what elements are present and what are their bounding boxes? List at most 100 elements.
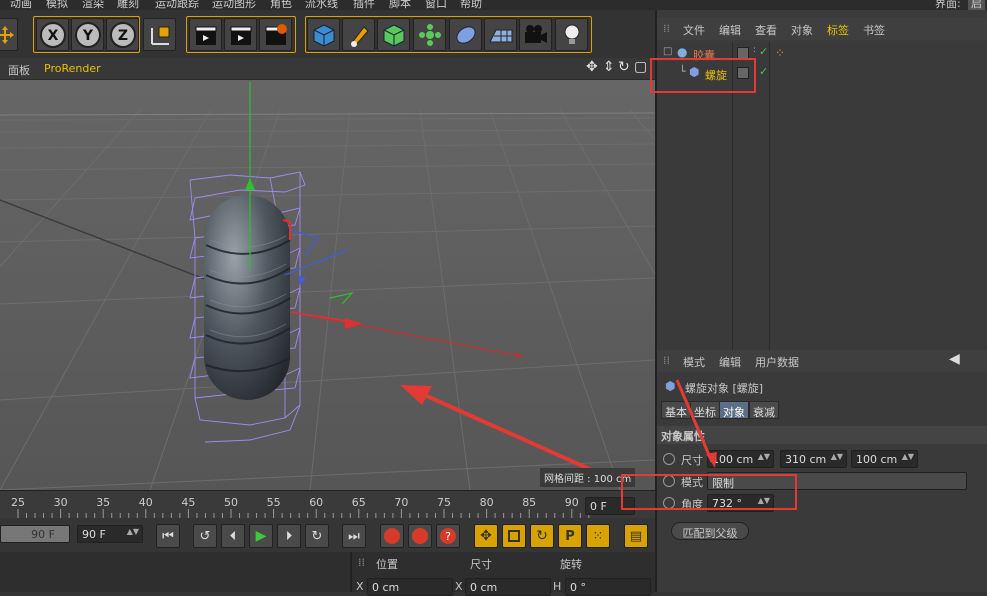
main-toolbar: X Y Z <box>0 10 655 58</box>
enabled-check-icon[interactable]: ✓ <box>759 45 768 58</box>
menu-character[interactable]: 角色 <box>270 0 292 10</box>
timeline-ticks: 25 30 35 40 45 50 55 60 65 70 75 80 85 90 <box>11 496 590 518</box>
menu-motion-tracking[interactable]: 运动跟踪 <box>155 0 199 10</box>
timeline-tick-label: 60 <box>309 496 323 509</box>
viewport-canvas[interactable] <box>0 80 655 490</box>
timeline-window-button[interactable]: ▤ <box>624 524 648 548</box>
grip-icon[interactable]: ⁞⁞ <box>663 22 670 35</box>
move-tool-button[interactable] <box>0 18 18 51</box>
deformer-button[interactable] <box>449 18 482 51</box>
menu-mograph[interactable]: 运动图形 <box>212 0 256 10</box>
auto-key-button[interactable] <box>408 524 432 548</box>
rotation-key-button[interactable]: ↻ <box>530 524 554 548</box>
menu-script[interactable]: 脚本 <box>389 0 411 10</box>
attribute-manager: ⁞⁞ 模式 编辑 用户数据 ◀ ⬢ 螺旋对象 [螺旋] 基本 坐标 对象 衰减 … <box>621 350 987 592</box>
position-x-field[interactable]: 0 cm <box>367 578 453 596</box>
menu-render[interactable]: 渲染 <box>82 0 104 10</box>
record-button[interactable] <box>380 524 404 548</box>
timeline-ruler[interactable]: 25 30 35 40 45 50 55 60 65 70 75 80 85 90 0 F <box>0 490 655 518</box>
menu-pipeline[interactable]: 流水线 <box>305 0 338 10</box>
render-settings-button[interactable] <box>259 18 292 51</box>
capsule-object[interactable] <box>204 195 291 400</box>
play-button[interactable]: ▶ <box>249 524 273 548</box>
go-to-start-button[interactable]: ⏮ <box>156 524 180 548</box>
om-menu-tags[interactable]: 标签 <box>827 22 849 38</box>
cube-button[interactable] <box>307 18 340 51</box>
pen-icon <box>349 25 369 47</box>
rotation-h-field[interactable]: 0 ° <box>565 578 651 596</box>
layout-select[interactable]: 启 <box>968 0 985 10</box>
clapperboard-icon <box>195 26 216 45</box>
tree-expander-icon[interactable]: □ <box>663 46 672 57</box>
coordinate-system-button[interactable] <box>143 18 176 51</box>
previous-frame-button[interactable]: ⏴ <box>221 524 245 548</box>
clapperboard-icon <box>230 26 251 45</box>
menu-help[interactable]: 帮助 <box>460 0 482 10</box>
viewport-dolly-icon[interactable]: ⇕ <box>603 59 615 75</box>
scale-key-button[interactable] <box>502 524 526 548</box>
point-level-key-button[interactable]: ⁙ <box>586 524 610 548</box>
enabled-check-icon[interactable]: ✓ <box>759 65 768 78</box>
om-menu-view[interactable]: 查看 <box>755 22 777 38</box>
menu-sculpt[interactable]: 雕刻 <box>117 0 139 10</box>
play-icon: ▶ <box>255 528 267 544</box>
preview-start-field[interactable]: 90 F <box>0 525 70 543</box>
x-axis-icon: X <box>39 21 66 48</box>
om-menu-edit[interactable]: 编辑 <box>719 22 741 38</box>
go-to-end-button[interactable]: ⏭ <box>342 524 366 548</box>
grip-icon[interactable]: ⁞⁞ <box>358 556 365 569</box>
floor-button[interactable] <box>484 18 517 51</box>
pen-button[interactable] <box>342 18 375 51</box>
render-view-button[interactable] <box>189 18 222 51</box>
coords-size-x-label: X <box>455 580 463 593</box>
om-menu-bookmarks[interactable]: 书签 <box>863 22 885 38</box>
next-frame-button[interactable]: ⏵ <box>277 524 301 548</box>
camera-icon <box>524 24 547 43</box>
skip-end-icon: ⏭ <box>348 528 360 544</box>
z-axis-lock-button[interactable]: Z <box>106 18 139 51</box>
z-axis-icon: Z <box>109 21 136 48</box>
om-menu-objects[interactable]: 对象 <box>791 22 813 38</box>
3d-viewport[interactable]: 网格间距 : 100 cm <box>0 80 655 490</box>
y-axis-lock-button[interactable]: Y <box>71 18 104 51</box>
timeline-tick-label: 75 <box>437 496 451 509</box>
cloner-icon <box>418 23 441 46</box>
render-settings-icon <box>265 23 287 45</box>
position-key-button[interactable]: ✥ <box>474 524 498 548</box>
menu-animate[interactable]: 动画 <box>10 0 32 10</box>
preview-end-field[interactable]: 90 F ▲▼ <box>77 525 143 543</box>
timeline-tick-label: 30 <box>54 496 68 509</box>
parameter-key-button[interactable]: P <box>558 524 582 548</box>
move-icon <box>0 25 14 44</box>
viewport-menu: 面板 ProRender ✥ ⇕ ↻ ▢ <box>0 58 655 80</box>
x-axis-lock-button[interactable]: X <box>36 18 69 51</box>
next-key-button[interactable]: ↻ <box>305 524 329 548</box>
timeline-tick-label: 70 <box>394 496 408 509</box>
menu-simulate[interactable]: 模拟 <box>46 0 68 10</box>
previous-key-button[interactable]: ↺ <box>193 524 217 548</box>
scale-icon <box>508 530 520 542</box>
viewport-menu-prorender[interactable]: ProRender <box>44 62 101 75</box>
light-button[interactable] <box>555 18 588 51</box>
viewport-rotate-icon[interactable]: ↻ <box>618 59 630 75</box>
timeline-tick-label: 90 <box>565 496 579 509</box>
om-menu-file[interactable]: 文件 <box>683 22 705 38</box>
subdivision-button[interactable] <box>377 18 410 51</box>
layout-label: 界面: <box>935 0 961 10</box>
timeline-tick-label: 25 <box>11 496 25 509</box>
menu-plugins[interactable]: 插件 <box>353 0 375 10</box>
record-icon <box>384 528 400 544</box>
viewport-menu-panel[interactable]: 面板 <box>8 62 30 78</box>
tag-icon[interactable]: ⁘ <box>775 46 785 60</box>
viewport-move-icon[interactable]: ✥ <box>586 59 598 75</box>
timeline-tick-label: 80 <box>480 496 494 509</box>
camera-button[interactable] <box>519 18 552 51</box>
cloner-button[interactable] <box>413 18 446 51</box>
render-picture-viewer-button[interactable] <box>224 18 257 51</box>
viewport-toggle-icon[interactable]: ▢ <box>634 59 647 75</box>
size-x-field[interactable]: 0 cm <box>465 578 551 596</box>
visibility-dots-icon[interactable]: : <box>753 45 756 55</box>
menu-window[interactable]: 窗口 <box>425 0 447 10</box>
keyframe-selection-button[interactable]: ? <box>436 524 460 548</box>
coords-header-size: 尺寸 <box>470 558 492 571</box>
